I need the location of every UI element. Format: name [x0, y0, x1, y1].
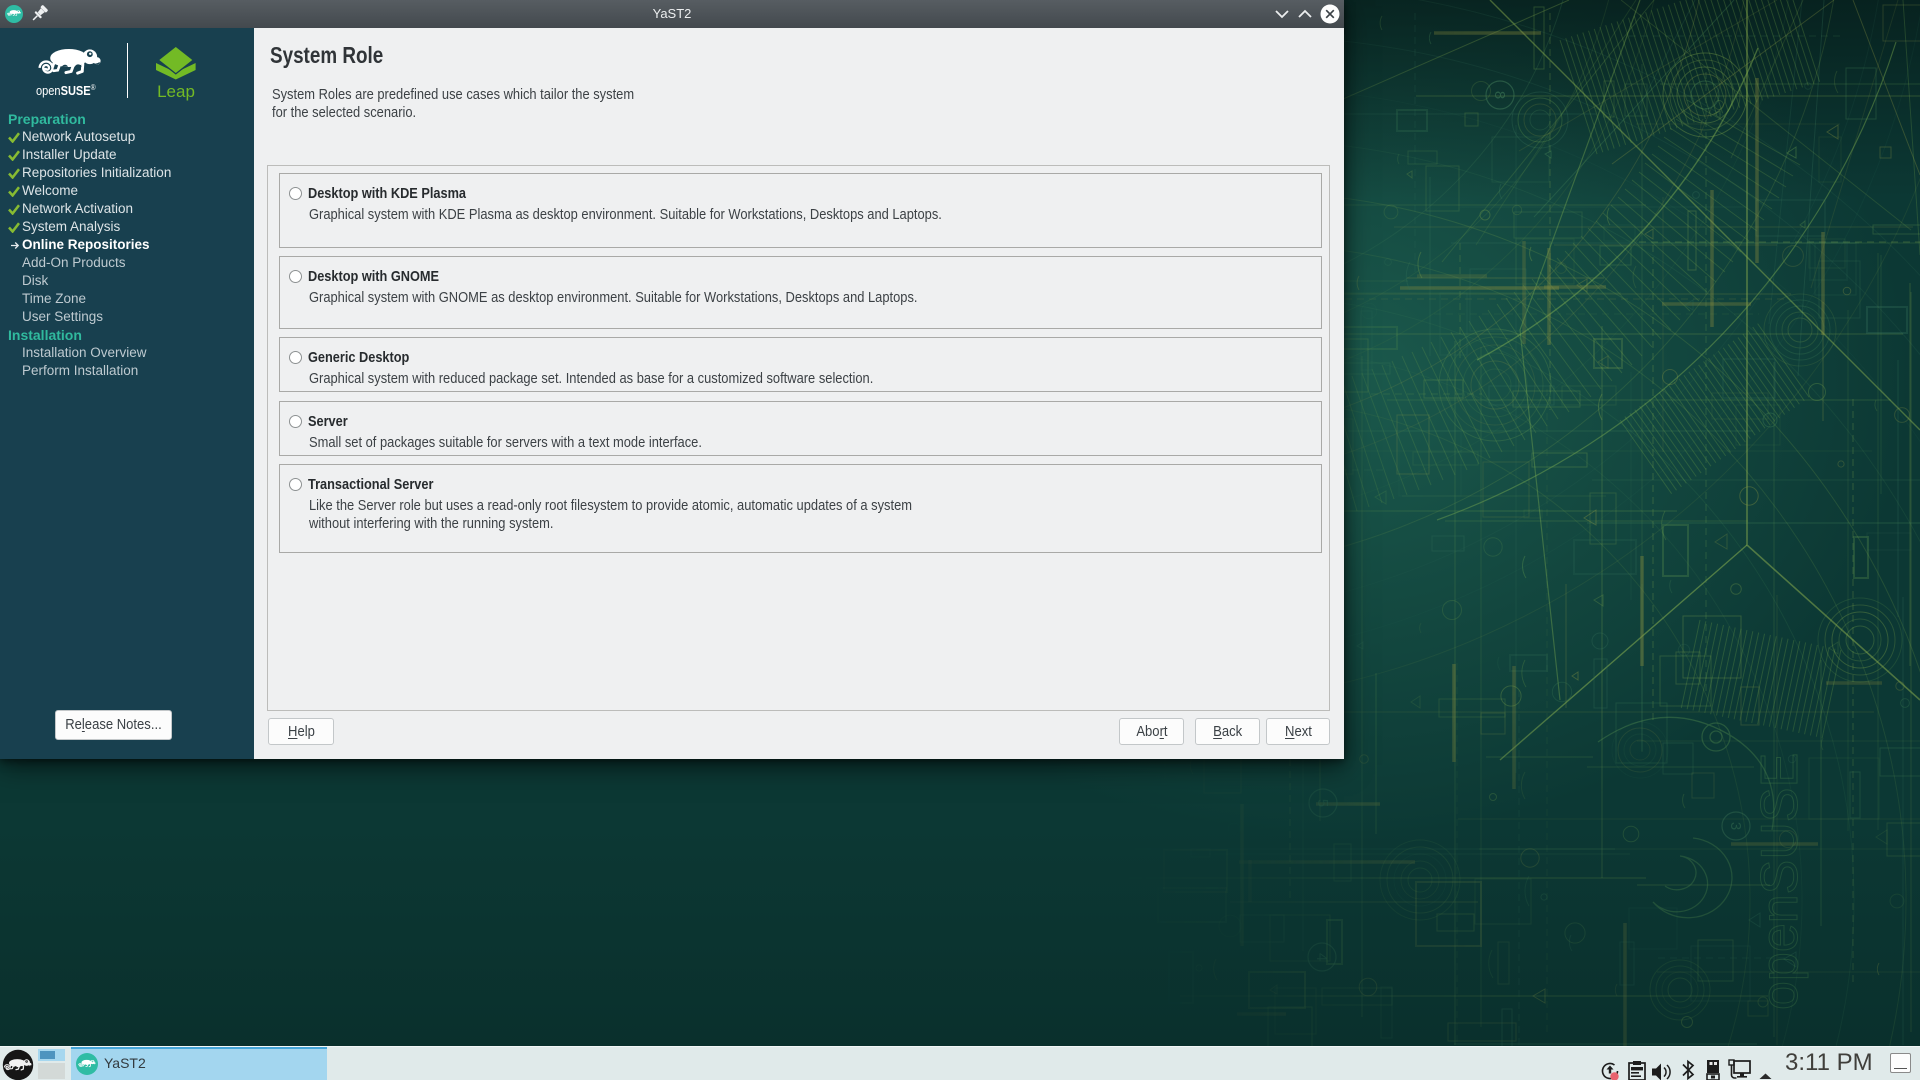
svg-text:3: 3 [1727, 822, 1744, 830]
svg-text:4: 4 [1313, 953, 1330, 961]
svg-text:openSUSE: openSUSE [1751, 753, 1809, 1010]
svg-text:8: 8 [1491, 91, 1508, 99]
svg-text:5: 5 [1314, 799, 1331, 807]
